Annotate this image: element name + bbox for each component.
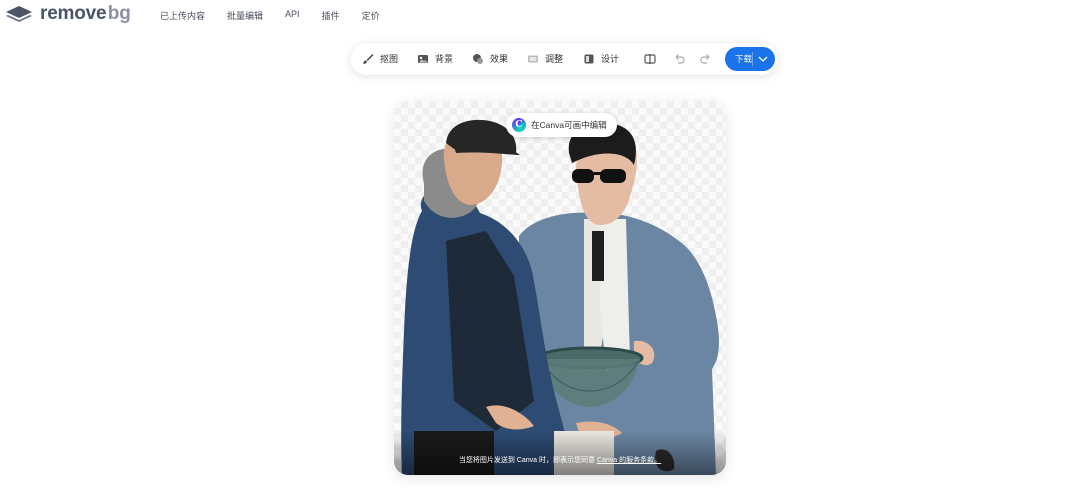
nav-plugins[interactable]: 插件 bbox=[322, 9, 340, 22]
top-nav: remove bg 已上传内容 批量编辑 API 插件 定价 bbox=[0, 0, 1080, 30]
logo-text: remove bg bbox=[40, 3, 131, 25]
tool-erase-restore-label: 抠图 bbox=[380, 54, 399, 64]
canva-logo-icon: C bbox=[512, 118, 526, 132]
tool-adjust[interactable]: 调整 bbox=[527, 52, 563, 65]
redo-icon[interactable] bbox=[699, 52, 713, 66]
canva-terms-notice: 当您将图片发送到 Canva 时，即表示您同意 Canva 的服务条款。 bbox=[394, 455, 726, 465]
logo-text-main: remove bbox=[40, 3, 107, 24]
tool-effects-label: 效果 bbox=[490, 54, 509, 64]
compare-icon[interactable] bbox=[643, 52, 657, 66]
design-icon bbox=[584, 54, 594, 63]
tool-effects[interactable]: 效果 bbox=[472, 52, 508, 65]
download-divider bbox=[752, 52, 753, 66]
adjust-icon bbox=[528, 55, 538, 62]
canva-terms-text: 当您将图片发送到 Canva 时，即表示您同意 bbox=[458, 457, 597, 464]
image-icon bbox=[418, 54, 428, 63]
download-button[interactable]: 下载 bbox=[725, 47, 775, 71]
editor-toolbar: 抠图 背景 效果 调整 设计 下载 bbox=[350, 43, 778, 75]
canva-terms-link[interactable]: Canva 的服务条款。 bbox=[597, 457, 661, 464]
image-canvas: C 在Canva可画中编辑 当您将图片发送到 Canva 时，即表示您同意 Ca… bbox=[394, 101, 726, 475]
cutout-photo bbox=[401, 119, 719, 475]
brush-icon bbox=[363, 53, 374, 64]
nav-api[interactable]: API bbox=[285, 9, 300, 22]
tool-adjust-label: 调整 bbox=[545, 54, 564, 64]
edit-in-canva-label: 在Canva可画中编辑 bbox=[531, 120, 607, 130]
tool-design[interactable]: 设计 bbox=[583, 52, 619, 65]
nav-bulk-edit[interactable]: 批量编辑 bbox=[227, 9, 263, 22]
bottom-gradient bbox=[394, 431, 726, 475]
layers-logo-icon bbox=[6, 6, 32, 22]
tool-design-label: 设计 bbox=[601, 54, 620, 64]
download-label: 下载 bbox=[735, 54, 753, 64]
nav-uploads[interactable]: 已上传内容 bbox=[160, 9, 205, 22]
edit-in-canva-button[interactable]: C 在Canva可画中编辑 bbox=[506, 113, 617, 137]
tool-background-label: 背景 bbox=[435, 54, 454, 64]
logo-text-suffix: bg bbox=[107, 3, 131, 24]
effects-icon bbox=[473, 53, 483, 64]
tool-erase-restore[interactable]: 抠图 bbox=[362, 52, 398, 65]
chevron-down-icon[interactable] bbox=[758, 55, 768, 63]
nav-pricing[interactable]: 定价 bbox=[362, 9, 380, 22]
tool-background[interactable]: 背景 bbox=[417, 52, 453, 65]
nav-links: 已上传内容 批量编辑 API 插件 定价 bbox=[160, 9, 402, 22]
undo-icon[interactable] bbox=[672, 52, 686, 66]
logo[interactable]: remove bg bbox=[5, 3, 131, 25]
